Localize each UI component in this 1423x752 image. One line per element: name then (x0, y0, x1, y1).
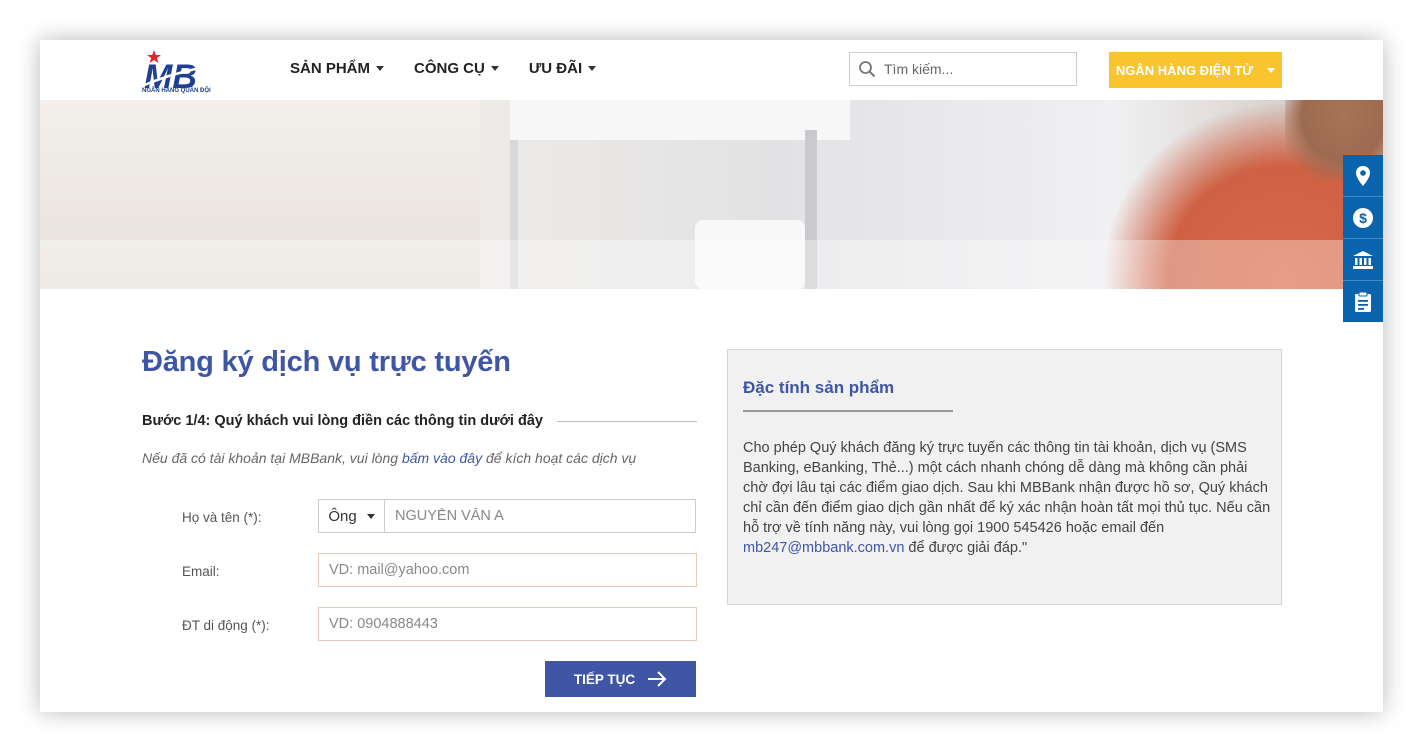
dollar-icon: $ (1353, 207, 1373, 228)
nav-tools[interactable]: CÔNG CỤ (414, 60, 499, 77)
phone-label: ĐT di động (*): (182, 618, 270, 633)
nav-offers-label: ƯU ĐÃI (528, 60, 583, 77)
nav-products-label: SẢN PHẨM (290, 60, 371, 77)
full-name-input[interactable] (385, 499, 696, 533)
features-body: Cho phép Quý khách đăng ký trực tuyến cá… (743, 440, 1271, 536)
caret-down-icon (366, 513, 375, 519)
step-text: Bước 1/4: Quý khách vui lòng điền các th… (142, 413, 543, 429)
caret-down-icon (376, 66, 385, 71)
side-quick-bar: $ (1343, 155, 1383, 322)
nav-products[interactable]: SẢN PHẨM (290, 60, 385, 77)
header: MB NGÂN HÀNG QUÂN ĐỘI SẢN PHẨM CÔNG CỤ Ư… (40, 40, 1383, 100)
salutation-select[interactable]: Ông (318, 499, 385, 533)
caret-down-icon (490, 66, 499, 71)
step-divider (556, 420, 697, 422)
search-input[interactable] (882, 60, 1066, 78)
activation-hint: Nếu đã có tài khoản tại MBBank, vui lòng… (142, 450, 636, 466)
product-features-panel: Đặc tính sản phẩm Cho phép Quý khách đăn… (727, 349, 1282, 605)
hero-banner (40, 100, 1383, 289)
search-box (849, 52, 1077, 86)
step-heading: Bước 1/4: Quý khách vui lòng điền các th… (142, 413, 697, 429)
features-text: Cho phép Quý khách đăng ký trực tuyến cá… (743, 438, 1273, 558)
caret-down-icon (588, 66, 597, 71)
mb-logo[interactable]: MB NGÂN HÀNG QUÂN ĐỘI (140, 46, 220, 96)
arrow-right-icon (648, 671, 667, 687)
bank-icon (1353, 250, 1373, 269)
continue-label: TIẾP TỤC (573, 671, 636, 687)
email-input[interactable] (318, 553, 697, 587)
page-title: Đăng ký dịch vụ trực tuyến (142, 346, 511, 378)
svg-text:$: $ (1359, 210, 1367, 226)
ebanking-label: NGÂN HÀNG ĐIỆN TỬ (1115, 62, 1254, 78)
branch-button[interactable] (1343, 239, 1383, 281)
hint-suffix: để kích hoạt các dịch vụ (482, 450, 637, 466)
register-button[interactable] (1343, 281, 1383, 322)
continue-button[interactable]: TIẾP TỤC (545, 661, 696, 697)
location-button[interactable] (1343, 155, 1383, 197)
hint-prefix: Nếu đã có tài khoản tại MBBank, vui lòng (142, 450, 402, 466)
caret-down-icon (1267, 67, 1276, 73)
exchange-rate-button[interactable]: $ (1343, 197, 1383, 239)
nav-tools-label: CÔNG CỤ (414, 60, 485, 77)
salutation-value: Ông (328, 507, 357, 525)
features-title: Đặc tính sản phẩm (743, 378, 895, 397)
email-label: Email: (182, 564, 220, 579)
activate-link[interactable]: bấm vào đây (402, 450, 482, 466)
location-icon (1356, 165, 1370, 186)
main-nav: SẢN PHẨM CÔNG CỤ ƯU ĐÃI (290, 60, 597, 77)
features-body-end: để được giải đáp." (904, 540, 1028, 556)
name-label: Họ và tên (*): (182, 510, 262, 525)
support-email-link[interactable]: mb247@mbbank.com.vn (743, 540, 904, 556)
features-underline (743, 410, 953, 412)
ebanking-button[interactable]: NGÂN HÀNG ĐIỆN TỬ (1109, 52, 1282, 88)
search-icon (859, 61, 876, 78)
phone-input[interactable] (318, 607, 697, 641)
page-frame: MB NGÂN HÀNG QUÂN ĐỘI SẢN PHẨM CÔNG CỤ Ư… (40, 40, 1383, 712)
logo-text: NGÂN HÀNG QUÂN ĐỘI (142, 88, 211, 94)
clipboard-icon (1355, 291, 1371, 312)
nav-offers[interactable]: ƯU ĐÃI (528, 60, 597, 77)
